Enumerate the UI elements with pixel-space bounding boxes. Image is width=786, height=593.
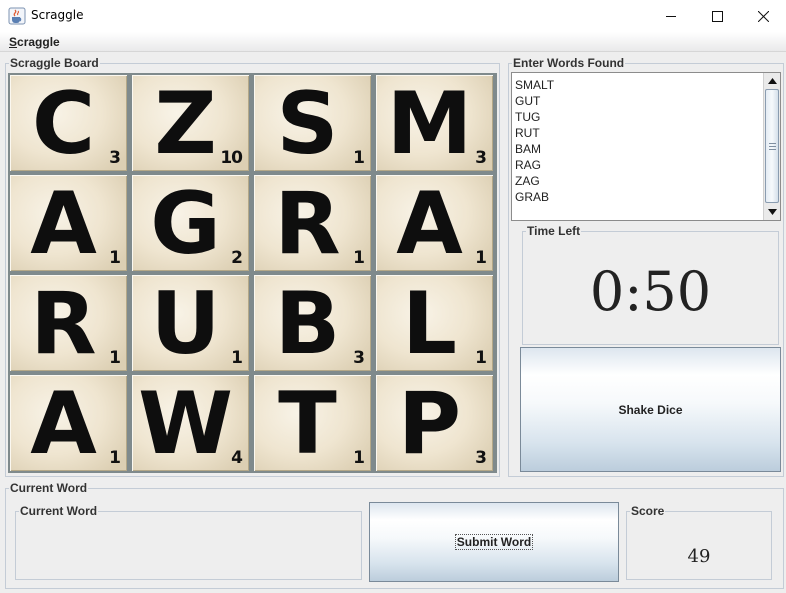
arrow-down-icon <box>767 208 777 215</box>
tile-letter: A <box>30 375 97 471</box>
tile-points: 3 <box>109 148 121 168</box>
maximize-icon <box>711 10 723 22</box>
letter-tile[interactable]: A1 <box>10 375 127 471</box>
menu-mnemonic: S <box>9 35 18 49</box>
scroll-down-button[interactable] <box>764 204 780 219</box>
tile-letter: B <box>274 275 341 371</box>
letter-tile[interactable]: A1 <box>376 175 493 271</box>
tile-letter: R <box>30 275 97 371</box>
letter-tile[interactable]: C3 <box>10 75 127 171</box>
minimize-button[interactable] <box>648 0 694 32</box>
tile-points: 4 <box>231 448 243 468</box>
vertical-scrollbar[interactable] <box>763 73 780 220</box>
letter-tile[interactable]: L1 <box>376 275 493 371</box>
submit-word-button[interactable]: Submit Word <box>369 502 619 582</box>
tile-points: 1 <box>353 448 365 468</box>
minimize-icon <box>665 15 676 17</box>
score-value: 49 <box>687 546 711 567</box>
word-item: RAG <box>515 158 542 172</box>
letter-tile[interactable]: A1 <box>10 175 127 271</box>
letter-tile[interactable]: W4 <box>132 375 249 471</box>
tile-letter: T <box>278 375 337 471</box>
tile-letter: C <box>31 75 96 171</box>
tile-points: 1 <box>109 248 121 268</box>
java-coffee-cup-icon <box>8 7 26 25</box>
tile-letter: L <box>402 275 457 371</box>
letter-tile[interactable]: P3 <box>376 375 493 471</box>
word-item: BAM <box>515 142 542 156</box>
current-word-panel: Current Word <box>15 504 362 580</box>
scroll-thumb[interactable] <box>765 89 779 203</box>
word-item: SMALT <box>515 78 555 92</box>
word-item: GUT <box>515 94 541 108</box>
letter-tile[interactable]: B3 <box>254 275 371 371</box>
time-left-panel: Time Left 0:50 <box>522 224 779 345</box>
tile-letter: S <box>276 75 339 171</box>
letter-tile[interactable]: S1 <box>254 75 371 171</box>
scroll-grip-icon <box>769 143 776 152</box>
tile-letter: P <box>397 375 462 471</box>
letter-tile[interactable]: T1 <box>254 375 371 471</box>
tile-points: 3 <box>353 348 365 368</box>
word-item: GRAB <box>515 190 550 204</box>
score-panel: Score 49 <box>626 504 772 580</box>
close-button[interactable] <box>740 0 786 32</box>
tile-points: 1 <box>109 348 121 368</box>
tile-points: 1 <box>353 148 365 168</box>
board-title: Scraggle Board <box>10 56 99 70</box>
tile-letter: U <box>150 275 221 371</box>
window-title: Scraggle <box>31 8 84 22</box>
tile-points: 1 <box>475 348 487 368</box>
letter-tile[interactable]: R1 <box>10 275 127 371</box>
letter-tile[interactable]: Z 10 <box>132 75 249 171</box>
letter-tile[interactable]: U1 <box>132 275 249 371</box>
words-list: SMALT GUT TUG RUT BAM RAG ZAG GRAB <box>512 77 764 205</box>
tile-points: 10 <box>220 148 243 168</box>
words-text-area[interactable]: SMALT GUT TUG RUT BAM RAG ZAG GRAB <box>511 72 781 221</box>
menu-bar: Scraggle <box>0 32 786 52</box>
tile-points: 1 <box>353 248 365 268</box>
tile-letter: A <box>30 175 97 271</box>
menu-scraggle[interactable]: Scraggle <box>9 35 60 49</box>
letter-tile[interactable]: M3 <box>376 75 493 171</box>
tile-letter: G <box>150 175 221 271</box>
score-title: Score <box>631 504 665 518</box>
scroll-up-button[interactable] <box>764 73 780 88</box>
tile-points: 1 <box>231 348 243 368</box>
tile-points: 1 <box>475 248 487 268</box>
close-icon <box>757 10 769 22</box>
timer-value: 0:50 <box>589 260 712 323</box>
tile-points: 2 <box>231 248 243 268</box>
tile-letter: M <box>386 75 473 171</box>
tile-points: 3 <box>475 148 487 168</box>
word-item: TUG <box>515 110 541 124</box>
submit-word-label: Submit Word <box>454 534 534 550</box>
words-title: Enter Words Found <box>513 56 625 70</box>
title-bar: Scraggle <box>0 0 786 32</box>
time-left-title: Time Left <box>527 224 581 238</box>
letter-tile[interactable]: R1 <box>254 175 371 271</box>
tile-letter: W <box>138 375 233 471</box>
word-item: RUT <box>515 126 540 140</box>
tile-points: 1 <box>109 448 121 468</box>
letter-tile[interactable]: G2 <box>132 175 249 271</box>
shake-dice-button[interactable]: Shake Dice <box>520 347 781 472</box>
tile-points: 3 <box>475 448 487 468</box>
current-word-section-title: Current Word <box>10 481 88 495</box>
arrow-up-icon <box>767 77 777 84</box>
current-word-title: Current Word <box>20 504 98 518</box>
tile-letter: R <box>274 175 341 271</box>
shake-dice-label: Shake Dice <box>618 402 683 417</box>
menu-label-rest: craggle <box>17 35 60 49</box>
letter-grid: C 3 Z 10 S 1 M 3 A 1 G 2 R 1 A 1 R 1 U 1 B 3 L 1 A 1 W 4 T 1 P 3 <box>8 73 497 473</box>
tile-letter: A <box>396 175 463 271</box>
maximize-button[interactable] <box>694 0 740 32</box>
word-item: ZAG <box>515 174 540 188</box>
